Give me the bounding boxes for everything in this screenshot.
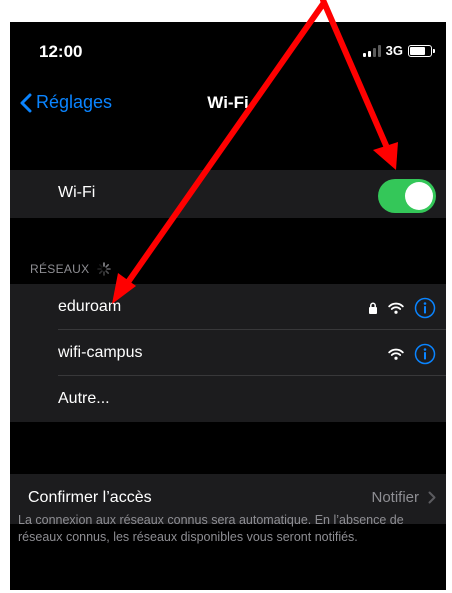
toggle-knob	[405, 182, 433, 210]
chevron-right-icon	[428, 491, 436, 504]
network-row-eduroam[interactable]: eduroam	[10, 284, 446, 330]
battery-icon	[408, 44, 435, 57]
lock-icon	[369, 302, 377, 314]
wifi-toggle-group: Wi-Fi	[10, 170, 446, 218]
status-bar: 12:00 3G	[10, 22, 446, 74]
networks-section-header: RÉSEAUX	[30, 262, 112, 276]
page-title: Wi-Fi	[207, 93, 249, 112]
network-row-wifi-campus[interactable]: wifi-campus	[10, 330, 446, 376]
confirm-access-value: Notifier	[371, 489, 436, 506]
status-indicators: 3G	[362, 43, 435, 58]
network-row-other[interactable]: Autre...	[10, 376, 446, 422]
network-name: eduroam	[58, 298, 122, 315]
other-network-label: Autre...	[58, 390, 110, 407]
status-time: 12:00	[39, 42, 83, 61]
info-icon[interactable]	[414, 297, 436, 319]
confirm-access-label: Confirmer l’accès	[28, 489, 152, 506]
networks-header-label: RÉSEAUX	[30, 262, 90, 276]
confirm-value-text: Notifier	[371, 489, 419, 506]
network-row-icons	[368, 297, 436, 319]
network-type: 3G	[385, 43, 403, 58]
loading-spinner-icon	[97, 262, 112, 276]
cellular-signal-icon	[362, 44, 381, 57]
wifi-signal-icon	[388, 348, 404, 360]
wifi-toggle-row: Wi-Fi	[10, 170, 446, 218]
wifi-signal-icon	[388, 302, 404, 314]
networks-list: eduroam wifi-campus Autre...	[10, 284, 446, 422]
wifi-toggle[interactable]	[378, 179, 436, 213]
network-row-icons	[388, 343, 436, 365]
wifi-label: Wi-Fi	[58, 184, 96, 201]
phone-screen: 12:00 3G Réglages Wi-Fi Wi-Fi RÉSEAUX ed…	[10, 22, 446, 590]
navigation-bar: Réglages Wi-Fi	[10, 74, 446, 134]
info-icon[interactable]	[414, 343, 436, 365]
footer-note: La connexion aux réseaux connus sera aut…	[18, 513, 404, 544]
network-name: wifi-campus	[58, 344, 143, 361]
